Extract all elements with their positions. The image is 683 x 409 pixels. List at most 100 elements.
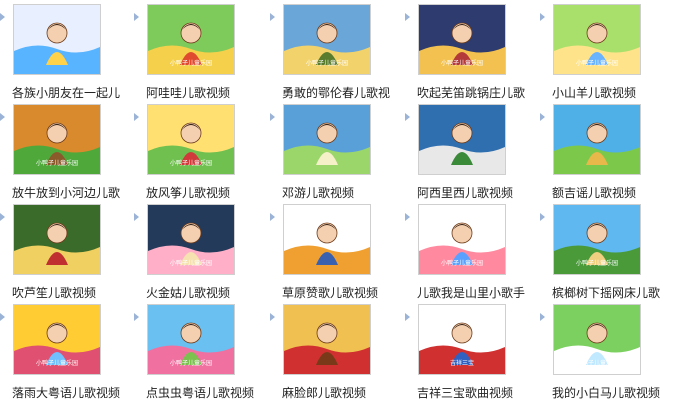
bullet-arrow-icon	[134, 213, 139, 221]
video-item[interactable]: 小鸭子儿童乐园儿歌我是山里小歌手	[405, 200, 535, 300]
bullet-arrow-icon	[540, 213, 545, 221]
thumbnail-watermark: 小鸭子儿童乐园	[170, 259, 212, 267]
couple-red-icon	[284, 305, 370, 374]
video-title-link[interactable]: 额吉谣儿歌视频	[552, 186, 636, 200]
forest-dance-icon	[14, 205, 100, 274]
video-thumbnail-link[interactable]: 小鸭子儿童乐园	[418, 4, 506, 75]
video-item[interactable]: 各族小朋友在一起儿	[0, 0, 130, 100]
video-title-link[interactable]: 点虫虫粤语儿歌视频	[146, 386, 254, 400]
video-thumbnail-link[interactable]: 小鸭子儿童乐园	[553, 4, 641, 75]
bullet-arrow-icon	[0, 113, 5, 121]
bullet-arrow-icon	[270, 213, 275, 221]
video-thumbnail-link[interactable]	[13, 4, 101, 75]
bullet-arrow-icon	[134, 13, 139, 21]
tree-river-icon: 小鸭子儿童乐园	[14, 105, 100, 174]
video-thumbnail-link[interactable]: 小鸭子儿童乐园	[13, 104, 101, 175]
dancers-icon: 小鸭子儿童乐园	[419, 5, 505, 74]
video-thumbnail-link[interactable]	[13, 204, 101, 275]
video-title-link[interactable]: 儿歌我是山里小歌手	[417, 286, 525, 300]
video-item[interactable]: 麻脸郎儿歌视频	[270, 300, 400, 400]
video-thumbnail-link[interactable]	[553, 104, 641, 175]
video-item[interactable]: 小鸭子儿童乐园火金姑儿歌视频	[134, 200, 264, 300]
video-item[interactable]: 小鸭子儿童乐园小山羊儿歌视频	[540, 0, 670, 100]
thumbnail-watermark: 小鸭子儿童乐园	[576, 59, 618, 67]
video-thumbnail-link[interactable]: 小鸭子儿童乐园	[147, 204, 235, 275]
bullet-arrow-icon	[270, 13, 275, 21]
video-title-link[interactable]: 麻脸郎儿歌视频	[282, 386, 366, 400]
video-title-link[interactable]: 放牛放到小河边儿歌	[12, 186, 120, 200]
family-three-icon: 吉祥三宝	[419, 305, 505, 374]
video-item[interactable]: 额吉谣儿歌视频	[540, 100, 670, 200]
video-thumbnail-link[interactable]	[283, 204, 371, 275]
video-title-link[interactable]: 落雨大粤语儿歌视频	[12, 386, 120, 400]
bullet-arrow-icon	[270, 113, 275, 121]
video-title-link[interactable]: 吉祥三宝歌曲视频	[417, 386, 513, 400]
girl-garden-icon: 小鸭子儿童乐园	[148, 305, 234, 374]
video-thumbnail-link[interactable]: 小鸭子儿童乐园	[147, 4, 235, 75]
video-title-link[interactable]: 槟榔树下摇网床儿歌	[552, 286, 660, 300]
thumbnail-watermark: 小鸭子儿童乐园	[441, 259, 483, 267]
video-thumbnail-link[interactable]: 小鸭子儿童乐园	[147, 304, 235, 375]
bullet-arrow-icon	[0, 13, 5, 21]
video-title-link[interactable]: 勇敢的鄂伦春儿歌视	[282, 86, 390, 100]
video-item[interactable]: 小鸭子儿童乐园放牛放到小河边儿歌	[0, 100, 130, 200]
bullet-arrow-icon	[270, 313, 275, 321]
bullet-arrow-icon	[540, 13, 545, 21]
bullet-arrow-icon	[0, 213, 5, 221]
video-title-link[interactable]: 邓游儿歌视频	[282, 186, 354, 200]
video-item[interactable]: 小鸭子儿童乐园放风筝儿歌视频	[134, 100, 264, 200]
video-thumbnail-link[interactable]: 吉祥三宝	[418, 304, 506, 375]
video-title-link[interactable]: 我的小白马儿歌视频	[552, 386, 660, 400]
video-title-link[interactable]: 阿西里西儿歌视频	[417, 186, 513, 200]
video-item[interactable]: 小鸭子儿童乐园槟榔树下摇网床儿歌	[540, 200, 670, 300]
mountain-singer-icon: 小鸭子儿童乐园	[419, 205, 505, 274]
video-item[interactable]: 邓游儿歌视频	[270, 100, 400, 200]
video-title-link[interactable]: 各族小朋友在一起儿	[12, 86, 120, 100]
girl-costume-icon	[284, 205, 370, 274]
video-thumbnail-link[interactable]: 小鸭子儿童乐园	[553, 204, 641, 275]
video-title-link[interactable]: 小山羊儿歌视频	[552, 86, 636, 100]
video-item[interactable]: 吹芦笙儿歌视频	[0, 200, 130, 300]
video-title-link[interactable]: 草原赞歌儿歌视频	[282, 286, 378, 300]
video-item[interactable]: 小鸭子儿童乐园我的小白马儿歌视频	[540, 300, 670, 400]
video-item[interactable]: 小鸭子儿童乐园点虫虫粤语儿歌视频	[134, 300, 264, 400]
birds-jungle-icon: 小鸭子儿童乐园	[148, 5, 234, 74]
thumbnail-watermark: 小鸭子儿童乐园	[576, 359, 618, 367]
bullet-arrow-icon	[0, 313, 5, 321]
video-thumbnail-link[interactable]: 小鸭子儿童乐园	[283, 4, 371, 75]
video-title-link[interactable]: 阿哇哇儿歌视频	[146, 86, 230, 100]
bullet-arrow-icon	[405, 13, 410, 21]
river-trees-icon	[284, 105, 370, 174]
video-thumbnail-link[interactable]	[418, 104, 506, 175]
bullet-arrow-icon	[540, 313, 545, 321]
video-thumbnail-link[interactable]	[283, 304, 371, 375]
video-title-link[interactable]: 吹起芜笛跳锅庄儿歌	[417, 86, 525, 100]
rain-town-icon: 小鸭子儿童乐园	[14, 305, 100, 374]
video-thumbnail-link[interactable]: 小鸭子儿童乐园	[553, 304, 641, 375]
bullet-arrow-icon	[134, 113, 139, 121]
video-title-link[interactable]: 放风筝儿歌视频	[146, 186, 230, 200]
video-item[interactable]: 小鸭子儿童乐园阿哇哇儿歌视频	[134, 0, 264, 100]
white-horse-icon: 小鸭子儿童乐园	[554, 305, 640, 374]
kite-kids-icon: 小鸭子儿童乐园	[148, 105, 234, 174]
video-title-link[interactable]: 火金姑儿歌视频	[146, 286, 230, 300]
rider-horse-icon: 小鸭子儿童乐园	[284, 5, 370, 74]
thumbnail-watermark: 小鸭子儿童乐园	[306, 59, 348, 67]
bullet-arrow-icon	[134, 313, 139, 321]
video-thumbnail-link[interactable]: 小鸭子儿童乐园	[418, 204, 506, 275]
video-item[interactable]: 草原赞歌儿歌视频	[270, 200, 400, 300]
video-item[interactable]: 吉祥三宝吉祥三宝歌曲视频	[405, 300, 535, 400]
thumbnail-watermark: 吉祥三宝	[450, 359, 474, 367]
video-title-link[interactable]: 吹芦笙儿歌视频	[12, 286, 96, 300]
thumbnail-watermark: 小鸭子儿童乐园	[170, 359, 212, 367]
bullet-arrow-icon	[405, 113, 410, 121]
video-thumbnail-link[interactable]: 小鸭子儿童乐园	[147, 104, 235, 175]
video-item[interactable]: 小鸭子儿童乐园吹起芜笛跳锅庄儿歌	[405, 0, 535, 100]
video-thumbnail-link[interactable]: 小鸭子儿童乐园	[13, 304, 101, 375]
video-item[interactable]: 小鸭子儿童乐园勇敢的鄂伦春儿歌视	[270, 0, 400, 100]
thumbnail-watermark: 小鸭子儿童乐园	[36, 359, 78, 367]
video-item[interactable]: 小鸭子儿童乐园落雨大粤语儿歌视频	[0, 300, 130, 400]
video-thumbnail-link[interactable]	[283, 104, 371, 175]
bullet-arrow-icon	[405, 313, 410, 321]
video-item[interactable]: 阿西里西儿歌视频	[405, 100, 535, 200]
